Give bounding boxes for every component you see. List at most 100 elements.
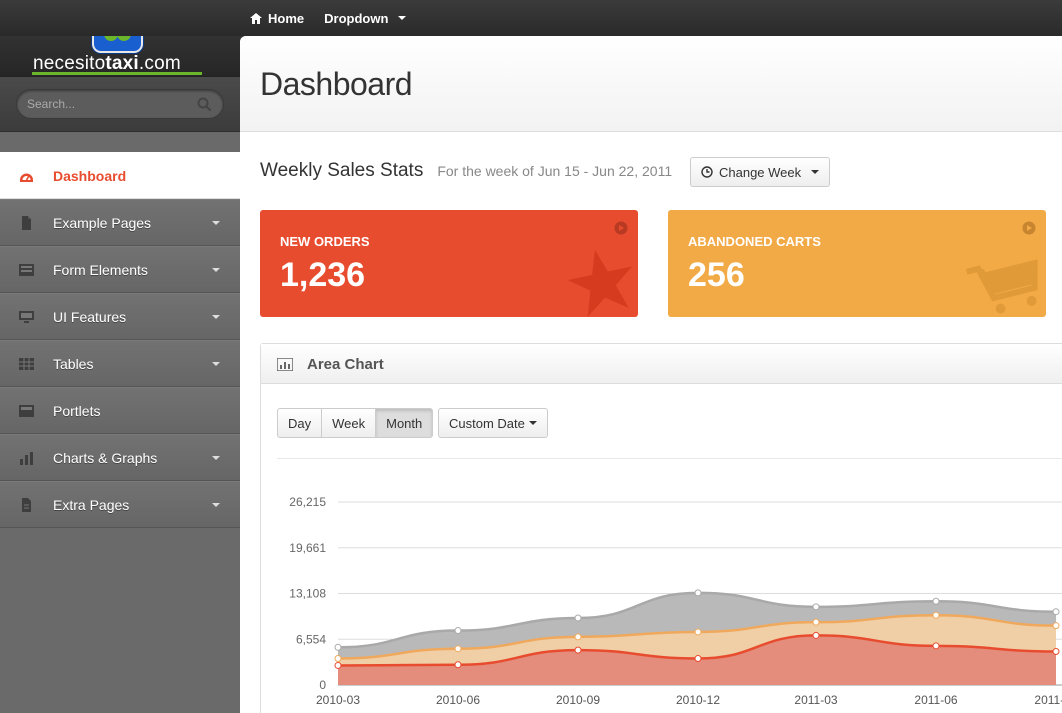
data-point — [932, 597, 940, 605]
sidebar-item-label: Extra Pages — [53, 496, 130, 513]
bar-chart-icon — [277, 358, 293, 371]
data-point — [1052, 622, 1060, 630]
data-point — [932, 611, 940, 619]
sidebar-item-label: Charts & Graphs — [53, 449, 158, 466]
search-input[interactable] — [27, 96, 187, 112]
dropdown-label: Dropdown — [324, 10, 389, 26]
sidebar-item-label: Form Elements — [53, 261, 148, 278]
x-tick-label: 2011-09 — [1034, 693, 1062, 707]
sidebar-item-charts-graphs[interactable]: Charts & Graphs — [0, 434, 240, 481]
y-tick-label: 6,554 — [296, 632, 326, 646]
data-point — [574, 633, 582, 641]
sidebar-item-tables[interactable]: Tables — [0, 340, 240, 387]
data-point — [454, 645, 462, 653]
data-point — [932, 642, 940, 650]
cart-icon — [965, 259, 1038, 314]
portlet-icon — [19, 405, 34, 417]
y-tick-label: 26,215 — [289, 495, 326, 509]
data-point — [334, 654, 342, 662]
stat-value: 256 — [688, 256, 745, 294]
chevron-down-icon — [212, 456, 220, 460]
sidebar-item-example-pages[interactable]: Example Pages — [0, 199, 240, 246]
table-icon — [19, 358, 34, 370]
y-tick-label: 19,661 — [289, 541, 326, 555]
dashboard-icon — [20, 173, 33, 182]
range-button-group: Day Week Month — [277, 408, 434, 438]
stats-header: Weekly Sales Stats For the week of Jun 1… — [260, 160, 672, 182]
home-icon — [250, 12, 262, 24]
page-title: Dashboard — [260, 66, 413, 102]
monitor-icon — [19, 311, 34, 323]
x-tick-label: 2011-06 — [914, 693, 957, 707]
chevron-down-icon — [212, 268, 220, 272]
chevron-down-icon — [212, 362, 220, 366]
x-tick-label: 2011-03 — [794, 693, 837, 707]
top-bar — [0, 0, 1062, 36]
form-icon — [19, 264, 34, 276]
data-point — [1052, 608, 1060, 616]
data-point — [812, 631, 820, 639]
change-week-button[interactable]: Change Week — [690, 157, 831, 187]
data-point — [454, 661, 462, 669]
dropdown-menu[interactable]: Dropdown — [324, 10, 407, 26]
chevron-down-icon — [212, 503, 220, 507]
chevron-down-icon — [528, 421, 537, 425]
data-point — [694, 628, 702, 636]
x-tick-label: 2010-03 — [316, 693, 360, 707]
stats-title: Weekly Sales Stats — [260, 160, 424, 181]
abandoned-carts-card: ABANDONED CARTS 256 — [668, 210, 1046, 317]
new-orders-card: NEW ORDERS 1,236 — [260, 210, 638, 317]
sidebar-item-label: Example Pages — [53, 214, 152, 231]
stat-label: NEW ORDERS — [280, 234, 370, 249]
data-point — [694, 589, 702, 597]
search-bar — [0, 76, 240, 132]
x-tick-label: 2010-06 — [436, 693, 480, 707]
chevron-down-icon — [212, 315, 220, 319]
range-month-button[interactable]: Month — [375, 408, 434, 438]
sidebar: necesitotaxi.com Dashboard Example Pages — [0, 0, 240, 713]
chevron-down-icon — [212, 221, 220, 225]
sidebar-item-form-elements[interactable]: Form Elements — [0, 246, 240, 293]
data-point — [334, 661, 342, 669]
data-point — [454, 627, 462, 635]
custom-date-button[interactable]: Custom Date — [438, 408, 548, 438]
sidebar-nav: Dashboard Example Pages Form Elements UI… — [0, 152, 240, 528]
range-day-button[interactable]: Day — [277, 408, 323, 438]
stat-label: ABANDONED CARTS — [688, 234, 821, 249]
search-icon[interactable] — [197, 97, 211, 111]
sidebar-item-ui-features[interactable]: UI Features — [0, 293, 240, 340]
y-tick-label: 13,108 — [289, 587, 326, 601]
range-week-button[interactable]: Week — [321, 408, 377, 438]
area-chart: 26,215 19,661 13,108 6,554 02010-03 2010-06 20… — [289, 495, 1062, 707]
panel-divider — [277, 458, 1062, 459]
play-icon[interactable] — [614, 221, 628, 235]
data-point — [574, 614, 582, 622]
data-point — [694, 654, 702, 662]
sidebar-item-label: UI Features — [53, 308, 127, 325]
file-icon — [22, 216, 31, 230]
sidebar-item-portlets[interactable]: Portlets — [0, 387, 240, 434]
chevron-down-icon — [398, 16, 407, 20]
bar-chart-icon — [20, 452, 33, 465]
y-tick-label: 0 — [319, 678, 326, 692]
data-point — [1052, 647, 1060, 655]
panel-title: Area Chart — [307, 356, 384, 373]
stat-value: 1,236 — [280, 256, 366, 294]
play-icon[interactable] — [1022, 221, 1036, 235]
star-icon — [567, 249, 633, 317]
top-nav: Home Dropdown — [240, 0, 416, 36]
panel-header: Area Chart — [261, 344, 1062, 384]
page-header: Dashboard — [240, 36, 1062, 132]
page-icon — [22, 498, 31, 512]
clock-icon — [701, 166, 713, 178]
home-link[interactable]: Home — [250, 11, 304, 26]
sidebar-item-label: Dashboard — [53, 167, 127, 184]
x-tick-label: 2010-09 — [556, 693, 600, 707]
brand-underline — [32, 72, 202, 75]
sidebar-item-dashboard[interactable]: Dashboard — [0, 152, 240, 199]
sidebar-item-extra-pages[interactable]: Extra Pages — [0, 481, 240, 528]
x-tick-label: 2010-12 — [676, 693, 720, 707]
custom-date-label: Custom Date — [449, 415, 525, 431]
sidebar-item-label: Tables — [53, 355, 94, 372]
data-point — [574, 646, 582, 654]
